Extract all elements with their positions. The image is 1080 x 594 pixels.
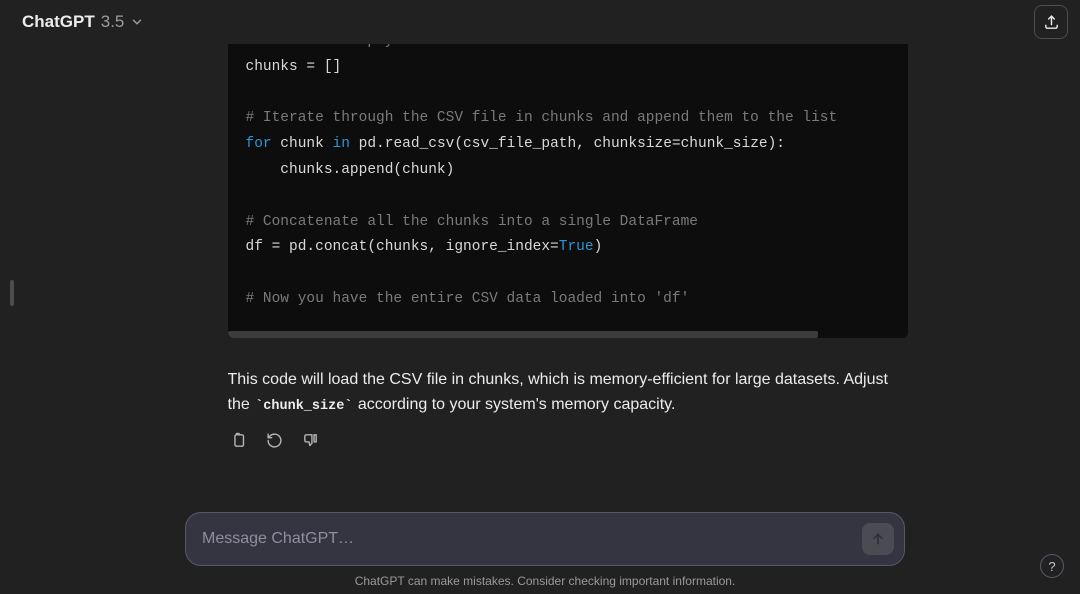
share-button[interactable]	[1034, 5, 1068, 39]
code-block: # Create an empty list to store the chun…	[228, 44, 908, 338]
inline-code: `chunk_size`	[254, 399, 353, 414]
chat-input-container[interactable]	[185, 512, 905, 566]
chat-input[interactable]	[202, 530, 862, 548]
chevron-down-icon	[130, 15, 144, 29]
assistant-paragraph: This code will load the CSV file in chun…	[228, 368, 908, 418]
clipboard-icon	[230, 432, 247, 449]
refresh-icon	[266, 432, 283, 449]
model-version: 3.5	[101, 12, 125, 32]
upload-icon	[1043, 14, 1060, 31]
send-button[interactable]	[862, 523, 894, 555]
help-button[interactable]: ?	[1040, 554, 1064, 578]
code-scroll-area[interactable]: # Create an empty list to store the chun…	[228, 44, 908, 331]
conversation-content: # Create an empty list to store the chun…	[228, 44, 908, 512]
thumbs-down-button[interactable]	[300, 429, 322, 451]
copy-button[interactable]	[228, 429, 250, 451]
code-text: # Create an empty list to store the chun…	[228, 44, 908, 331]
main-column: # Create an empty list to store the chun…	[0, 44, 1080, 594]
thumbs-down-icon	[302, 432, 319, 449]
message-actions	[228, 429, 908, 451]
composer-area: ChatGPT can make mistakes. Consider chec…	[185, 512, 905, 594]
code-horizontal-scrollbar[interactable]	[228, 331, 908, 338]
model-selector[interactable]: ChatGPT 3.5	[12, 6, 154, 38]
disclaimer-text: ChatGPT can make mistakes. Consider chec…	[185, 574, 905, 588]
regenerate-button[interactable]	[264, 429, 286, 451]
scrollbar-thumb[interactable]	[228, 331, 818, 338]
arrow-up-icon	[870, 531, 886, 547]
paragraph-part2: according to your system's memory capaci…	[353, 396, 675, 413]
help-label: ?	[1048, 559, 1055, 574]
header-bar: ChatGPT 3.5	[0, 0, 1080, 44]
model-name: ChatGPT	[22, 12, 95, 32]
